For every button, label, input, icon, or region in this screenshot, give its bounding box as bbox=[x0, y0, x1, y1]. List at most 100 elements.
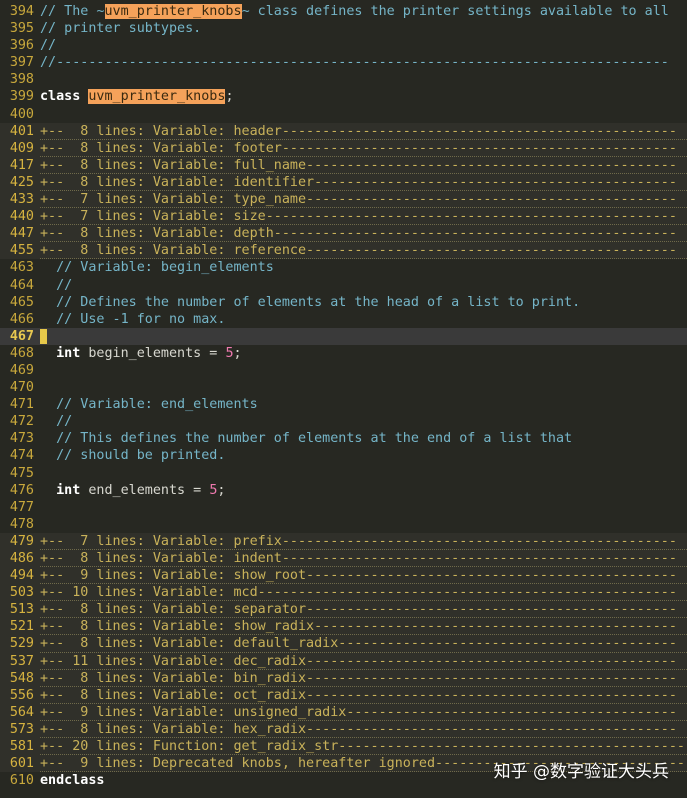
fold-line[interactable]: 479 +-- 7 lines: Variable: prefix--------… bbox=[0, 532, 687, 550]
code-line[interactable]: 473 // This defines the number of elemen… bbox=[0, 430, 687, 447]
fold-line[interactable]: 529 +-- 8 lines: Variable: default_radix-… bbox=[0, 635, 687, 653]
line-text: +-- 7 lines: Variable: prefix-----------… bbox=[40, 533, 677, 550]
line-text: // bbox=[40, 413, 72, 430]
line-text: +-- 7 lines: Variable: size-------------… bbox=[40, 208, 677, 225]
fold-line[interactable]: 425 +-- 8 lines: Variable: identifier----… bbox=[0, 173, 687, 192]
line-number: 465 bbox=[9, 294, 34, 310]
fold-line[interactable]: 401 +-- 8 lines: Variable: header--------… bbox=[0, 122, 687, 140]
code-editor[interactable]: 394// The ~uvm_printer_knobs~ class defi… bbox=[0, 3, 687, 789]
code-line[interactable]: 472 // bbox=[0, 413, 687, 430]
fold-summary: +-- 7 lines: Variable: prefix-----------… bbox=[40, 533, 677, 549]
fold-line[interactable]: 581 +-- 20 lines: Function: get_radix_str… bbox=[0, 738, 687, 756]
fold-line[interactable]: 433 +-- 7 lines: Variable: type_name-----… bbox=[0, 191, 687, 209]
text-token: ; bbox=[225, 89, 234, 105]
fold-line[interactable]: 447 +-- 8 lines: Variable: depth---------… bbox=[0, 225, 687, 243]
fold-summary: +-- 8 lines: Variable: reference--------… bbox=[40, 243, 677, 259]
line-text: +-- 8 lines: Variable: footer-----------… bbox=[40, 140, 677, 157]
search-highlight: uvm_printer_knobs bbox=[104, 4, 242, 19]
fold-line[interactable]: 409 +-- 8 lines: Variable: footer--------… bbox=[0, 139, 687, 157]
text-token: ; bbox=[217, 482, 226, 498]
watermark: 知乎 @数字验证大头兵 bbox=[493, 762, 669, 782]
code-line[interactable]: 464 // bbox=[0, 277, 687, 294]
line-number: 513 bbox=[9, 602, 34, 618]
code-line[interactable]: 398 bbox=[0, 71, 687, 88]
fold-line[interactable]: 494 +-- 9 lines: Variable: show_root-----… bbox=[0, 567, 687, 585]
text-token: end_elements = bbox=[80, 482, 210, 498]
line-text: // bbox=[40, 277, 72, 294]
fold-summary: +-- 8 lines: Variable: show_radix-------… bbox=[40, 619, 677, 635]
code-line[interactable]: 394 // The ~uvm_printer_knobs~ class defi… bbox=[0, 3, 687, 20]
fold-summary: +-- 8 lines: Variable: header-----------… bbox=[40, 123, 677, 139]
line-number: 474 bbox=[9, 448, 34, 464]
code-line[interactable]: 396 // bbox=[0, 37, 687, 54]
code-line[interactable]: 475 bbox=[0, 465, 687, 482]
fold-line[interactable]: 537 +-- 11 lines: Variable: dec_radix----… bbox=[0, 652, 687, 670]
code-line[interactable]: 463 // Variable: begin_elements bbox=[0, 259, 687, 276]
line-text: // Defines the number of elements at the… bbox=[40, 294, 580, 311]
code-line[interactable]: 466 // Use -1 for no max. bbox=[0, 311, 687, 328]
fold-line[interactable]: 556 +-- 8 lines: Variable: oct_radix-----… bbox=[0, 686, 687, 704]
line-text: // Use -1 for no max. bbox=[40, 311, 225, 328]
fold-line[interactable]: 513 +-- 8 lines: Variable: separator-----… bbox=[0, 601, 687, 619]
fold-line[interactable]: 455 +-- 8 lines: Variable: reference-----… bbox=[0, 242, 687, 260]
line-number: 470 bbox=[9, 380, 34, 396]
comment-token: ~ class defines the printer settings ava… bbox=[241, 4, 669, 19]
code-line[interactable]: 400 bbox=[0, 106, 687, 123]
line-number: 464 bbox=[9, 277, 34, 293]
fold-line[interactable]: 548 +-- 8 lines: Variable: bin_radix-----… bbox=[0, 669, 687, 687]
line-number: 478 bbox=[9, 516, 34, 532]
fold-summary: +-- 8 lines: Variable: default_radix----… bbox=[40, 636, 677, 652]
fold-summary: +-- 8 lines: Variable: oct_radix--------… bbox=[40, 687, 677, 703]
code-line[interactable]: 470 bbox=[0, 379, 687, 396]
fold-summary: +-- 8 lines: Variable: identifier-------… bbox=[40, 174, 677, 190]
line-number: 455 bbox=[9, 243, 34, 259]
code-line[interactable]: 468 int begin_elements = 5; bbox=[0, 345, 687, 362]
line-text: +-- 7 lines: Variable: type_name--------… bbox=[40, 191, 677, 208]
fold-line[interactable]: 503 +-- 10 lines: Variable: mcd----------… bbox=[0, 584, 687, 602]
line-text: // The ~uvm_printer_knobs~ class defines… bbox=[40, 3, 669, 20]
keyword-token: endclass bbox=[40, 773, 105, 789]
code-line[interactable]: 399 class uvm_printer_knobs; bbox=[0, 88, 687, 105]
code-line[interactable]: 469 bbox=[0, 362, 687, 379]
code-line[interactable]: 474 // should be printed. bbox=[0, 447, 687, 464]
line-number: 469 bbox=[9, 362, 34, 378]
line-number: 521 bbox=[9, 619, 34, 635]
fold-line[interactable]: 573 +-- 8 lines: Variable: hex_radix-----… bbox=[0, 720, 687, 739]
number-token: 5 bbox=[225, 345, 234, 361]
comment-token: // The ~ bbox=[40, 4, 105, 19]
code-line[interactable]: 477 bbox=[0, 499, 687, 516]
line-text: +-- 11 lines: Variable: dec_radix-------… bbox=[40, 653, 677, 670]
code-line[interactable]: 476 int end_elements = 5; bbox=[0, 482, 687, 499]
line-number: 433 bbox=[9, 192, 34, 208]
code-line[interactable]: 395 // printer subtypes. bbox=[0, 20, 687, 37]
line-number: 475 bbox=[9, 465, 34, 481]
line-number: 397 bbox=[9, 55, 34, 71]
line-number: 548 bbox=[9, 670, 34, 686]
line-number: 581 bbox=[9, 739, 34, 755]
line-number: 440 bbox=[9, 209, 34, 225]
line-text: int begin_elements = 5; bbox=[40, 345, 241, 362]
line-text: +-- 20 lines: Function: get_radix_str---… bbox=[40, 738, 687, 755]
fold-summary: +-- 8 lines: Variable: full_name--------… bbox=[40, 157, 677, 173]
line-number: 400 bbox=[9, 106, 34, 122]
line-number: 537 bbox=[9, 653, 34, 669]
line-number: 409 bbox=[9, 140, 34, 156]
fold-line[interactable]: 486 +-- 8 lines: Variable: indent--------… bbox=[0, 550, 687, 568]
cursor-line[interactable]: 467 bbox=[0, 327, 687, 345]
line-text: +-- 9 lines: Variable: show_root--------… bbox=[40, 567, 677, 584]
fold-line[interactable]: 521 +-- 8 lines: Variable: show_radix----… bbox=[0, 618, 687, 636]
code-line[interactable]: 478 bbox=[0, 516, 687, 533]
fold-line[interactable]: 564 +-- 9 lines: Variable: unsigned_radix… bbox=[0, 703, 687, 721]
comment-token: // Variable: begin_elements bbox=[40, 260, 274, 276]
line-text: // Variable: begin_elements bbox=[40, 259, 274, 276]
comment-token: // Use -1 for no max. bbox=[40, 311, 226, 327]
fold-line[interactable]: 417 +-- 8 lines: Variable: full_name-----… bbox=[0, 156, 687, 174]
fold-line[interactable]: 440 +-- 7 lines: Variable: size----------… bbox=[0, 208, 687, 226]
code-line[interactable]: 465 // Defines the number of elements at… bbox=[0, 294, 687, 311]
code-line[interactable]: 397 //-----------------------------------… bbox=[0, 54, 687, 71]
line-number: 573 bbox=[9, 721, 34, 737]
code-line[interactable]: 471 // Variable: end_elements bbox=[0, 396, 687, 413]
line-number: 471 bbox=[9, 397, 34, 413]
fold-summary: +-- 9 lines: Variable: unsigned_radix---… bbox=[40, 704, 677, 720]
line-number: 425 bbox=[9, 174, 34, 190]
